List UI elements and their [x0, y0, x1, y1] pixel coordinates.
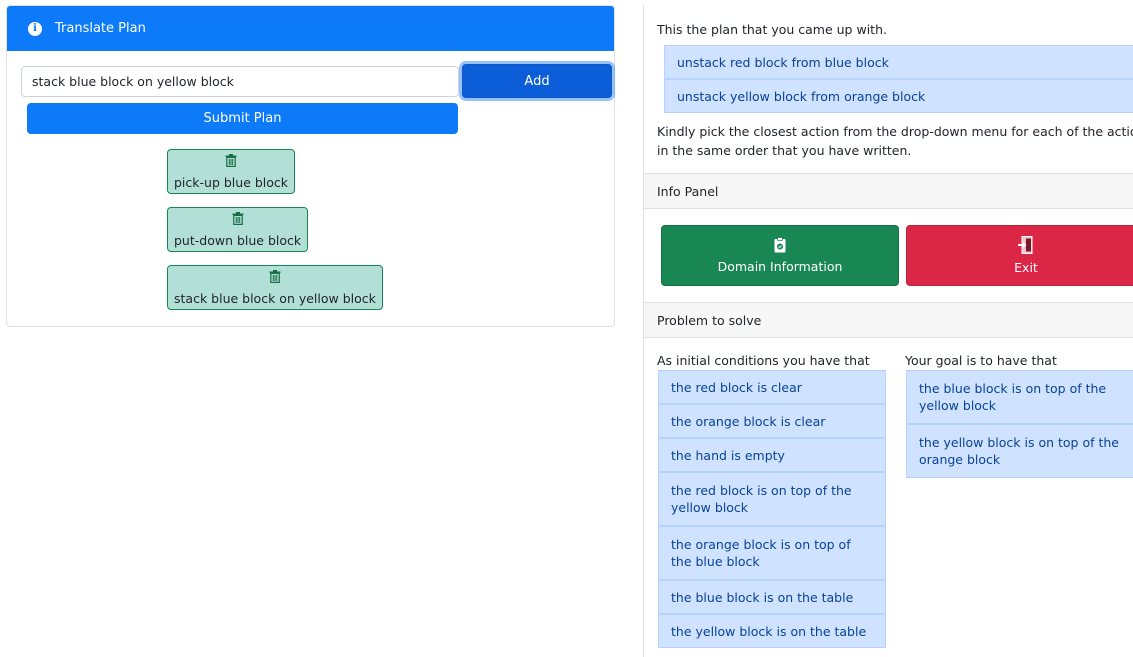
goal-item: the blue block is on top of the yellow b… — [906, 370, 1133, 424]
info-circle-icon: i — [28, 21, 42, 36]
plan-step[interactable]: unstack yellow block from orange block — [664, 79, 1133, 113]
action-input[interactable] — [21, 66, 459, 97]
clipboard-check-icon — [774, 237, 786, 253]
right-panel: This the plan that you came up with. uns… — [643, 5, 1133, 657]
instruction-text-line2: in the same order that you have written. — [657, 143, 912, 158]
goal-item: the yellow block is on top of the orange… — [906, 424, 1133, 478]
initial-condition-item: the blue block is on the table — [658, 580, 886, 614]
initial-condition-item: the red block is clear — [658, 370, 886, 404]
plan-item-label: pick-up blue block — [174, 175, 289, 190]
initial-condition-item: the orange block is clear — [658, 404, 886, 438]
goal-label: Your goal is to have that — [905, 353, 1057, 368]
trash-icon[interactable] — [269, 270, 281, 283]
exit-label: Exit — [1014, 260, 1038, 275]
plan-step[interactable]: unstack red block from blue block — [664, 45, 1133, 79]
submit-plan-button[interactable]: Submit Plan — [27, 103, 458, 134]
trash-icon[interactable] — [232, 212, 244, 225]
door-exit-icon — [1018, 236, 1033, 254]
plan-intro-text: This the plan that you came up with. — [657, 22, 887, 37]
exit-button[interactable]: Exit — [906, 225, 1133, 286]
add-button[interactable]: Add — [462, 64, 612, 98]
translate-plan-card: i Translate Plan Add Submit Plan pick-up… — [6, 5, 615, 327]
domain-information-button[interactable]: Domain Information — [661, 225, 899, 286]
plan-item: pick-up blue block — [167, 149, 296, 194]
plan-item-label: put-down blue block — [174, 233, 302, 248]
initial-condition-item: the yellow block is on the table — [658, 614, 886, 648]
plan-item-label: stack blue block on yellow block — [174, 291, 376, 306]
instruction-text-line1: Kindly pick the closest action from the … — [657, 124, 1133, 139]
plan-item: put-down blue block — [167, 207, 309, 252]
initial-condition-item: the hand is empty — [658, 438, 886, 472]
trash-icon[interactable] — [225, 154, 237, 167]
domain-information-label: Domain Information — [717, 259, 843, 274]
initial-conditions-label: As initial conditions you have that — [657, 353, 870, 368]
initial-condition-item: the red block is on top of the yellow bl… — [658, 472, 886, 526]
plan-item: stack blue block on yellow block — [167, 265, 383, 310]
translate-plan-title: Translate Plan — [55, 21, 146, 36]
initial-condition-item: the orange block is on top of the blue b… — [658, 526, 886, 580]
problem-header: Problem to solve — [644, 302, 1133, 338]
info-panel-header: Info Panel — [644, 173, 1133, 209]
translate-plan-header: i Translate Plan — [7, 6, 614, 51]
